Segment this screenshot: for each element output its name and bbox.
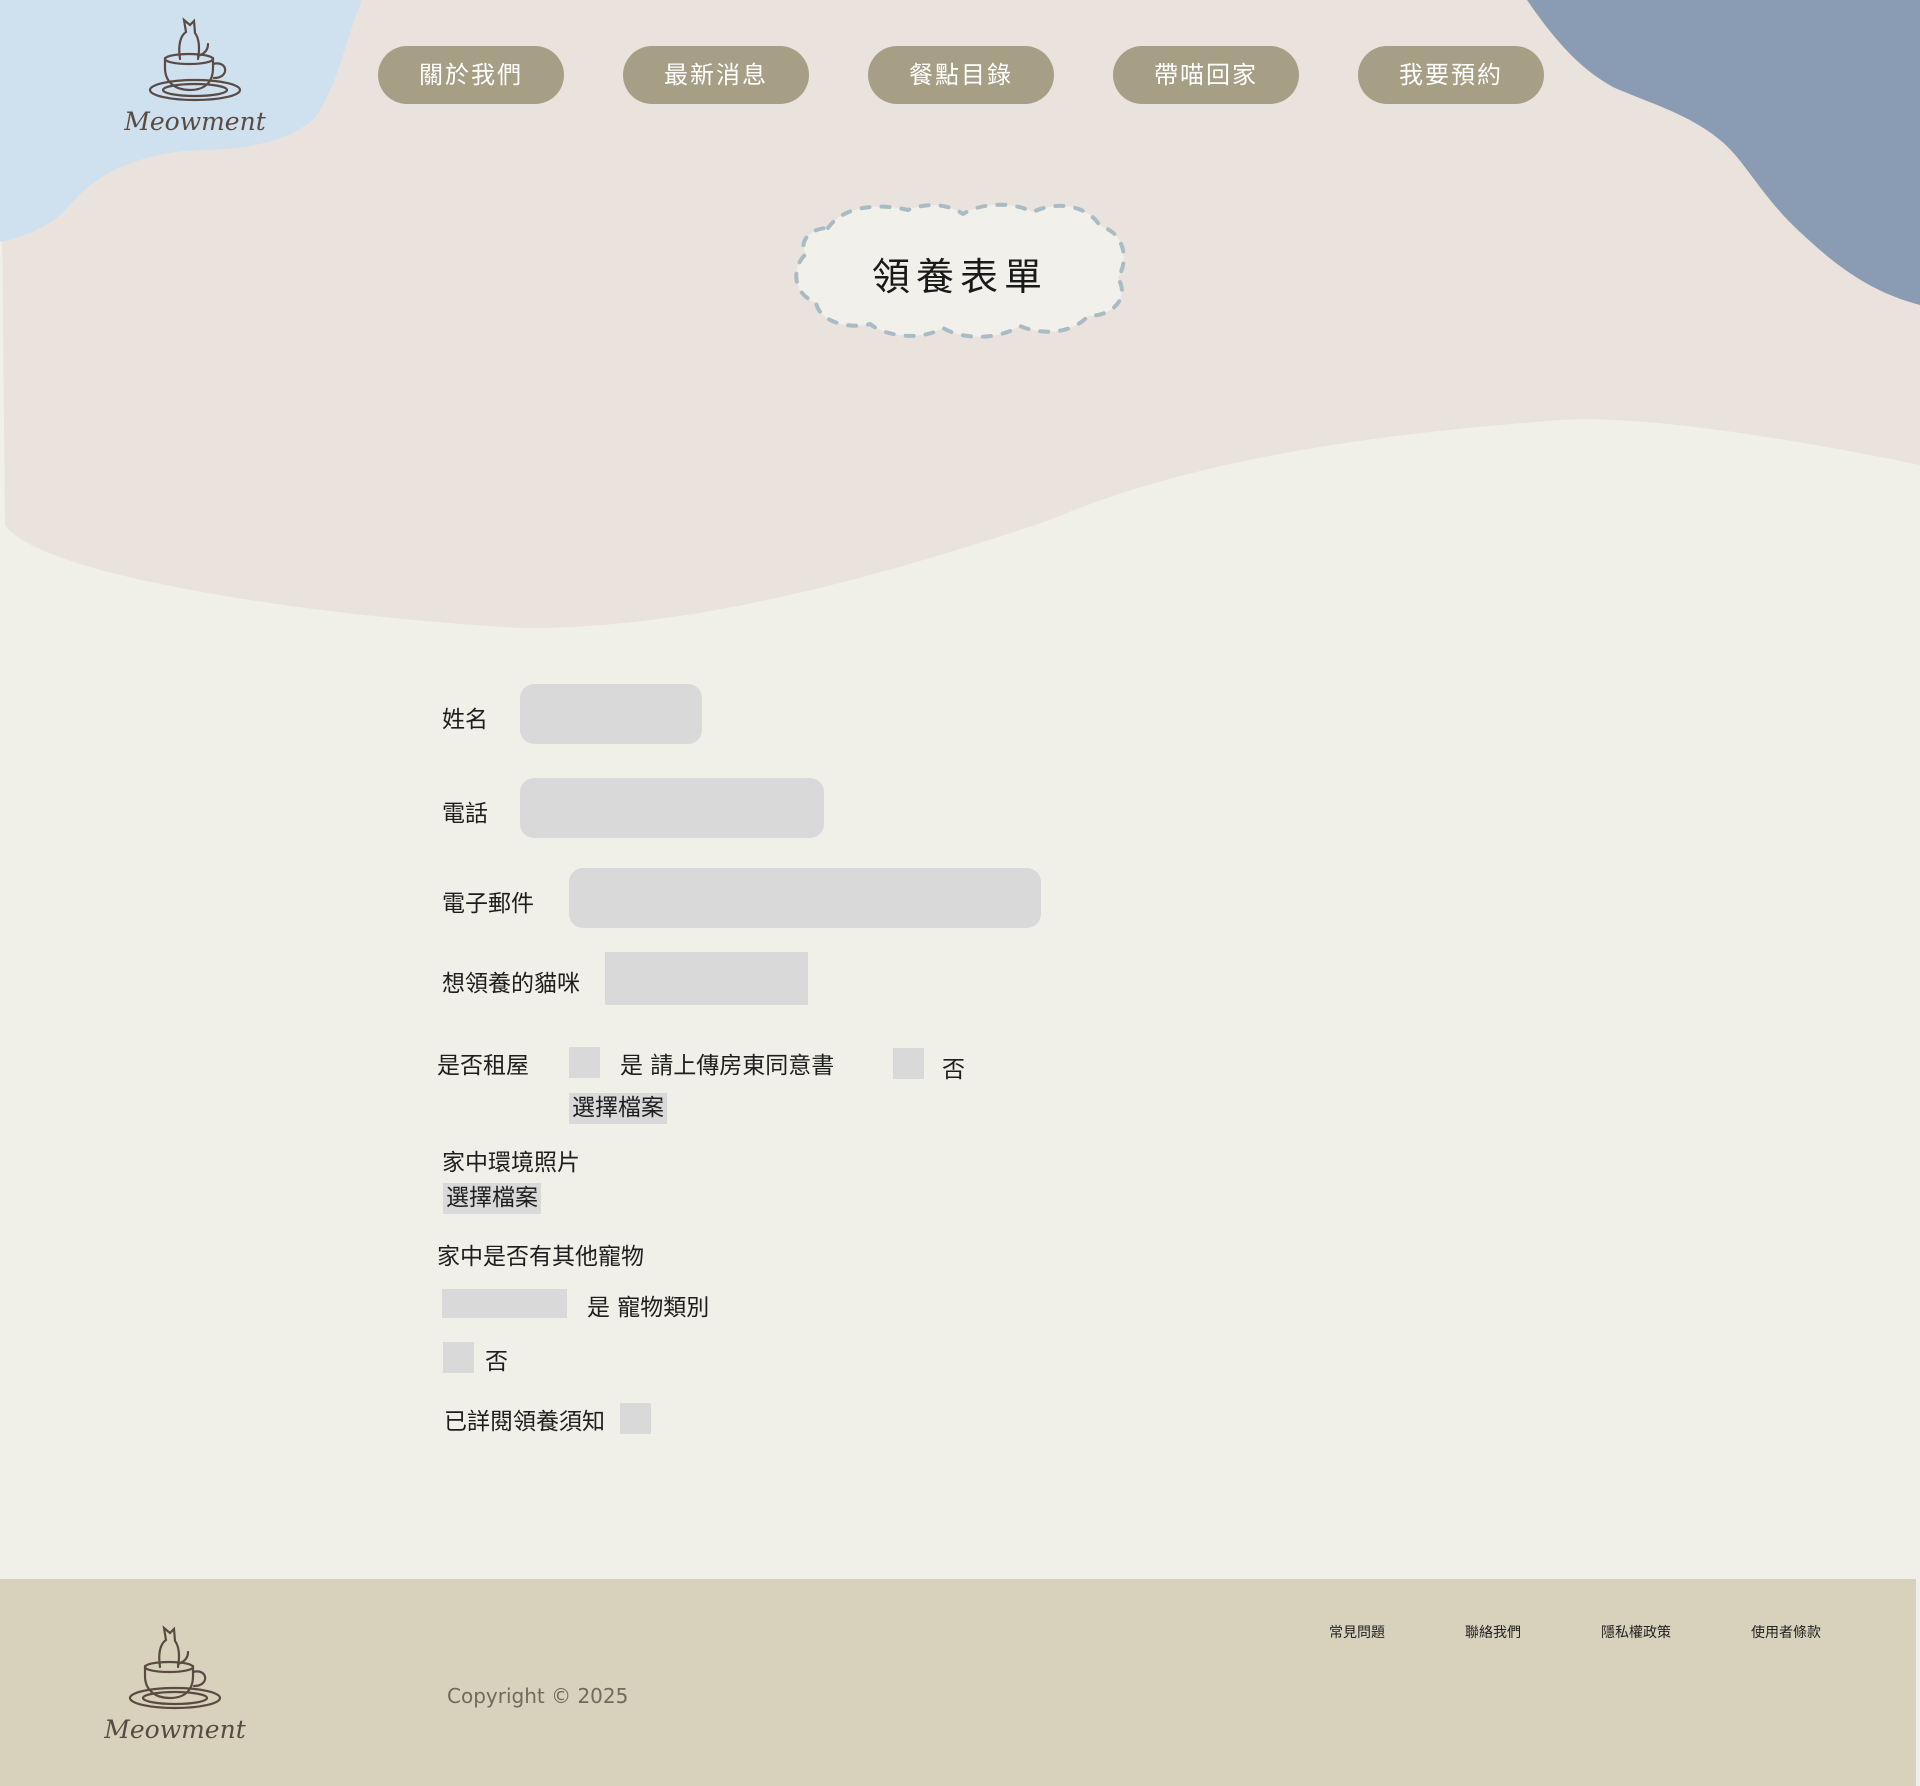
nav-adopt-cat[interactable]: 帶喵回家 xyxy=(1113,46,1299,104)
cat-label: 想領養的貓咪 xyxy=(442,971,580,997)
email-label: 電子郵件 xyxy=(442,891,534,917)
landlord-consent-file-button[interactable]: 選擇檔案 xyxy=(569,1093,667,1124)
rent-yes-label: 是 請上傳房東同意書 xyxy=(620,1053,835,1079)
env-photo-file-button[interactable]: 選擇檔案 xyxy=(443,1183,541,1214)
nav-about-us[interactable]: 關於我們 xyxy=(378,46,564,104)
pets-no-label: 否 xyxy=(485,1349,508,1375)
env-photo-label: 家中環境照片 xyxy=(442,1150,580,1176)
footer-link-terms[interactable]: 使用者條款 xyxy=(1751,1622,1821,1642)
phone-label: 電話 xyxy=(442,801,488,827)
footer-logo-wordmark: Meowment xyxy=(103,1715,246,1744)
footer xyxy=(0,1579,1916,1786)
copyright-text: Copyright © 2025 xyxy=(447,1684,629,1708)
rent-no-label: 否 xyxy=(942,1057,965,1083)
footer-logo-cat-teacup-icon[interactable]: Meowment xyxy=(100,1614,250,1744)
rent-yes-checkbox[interactable] xyxy=(569,1047,600,1078)
cat-select[interactable] xyxy=(605,952,808,1005)
logo-wordmark: Meowment xyxy=(123,107,266,136)
rent-no-checkbox[interactable] xyxy=(893,1048,924,1079)
pets-yes-label: 是 寵物類別 xyxy=(587,1295,710,1321)
footer-link-privacy[interactable]: 隱私權政策 xyxy=(1601,1622,1671,1642)
name-input[interactable] xyxy=(520,684,702,744)
phone-input[interactable] xyxy=(520,778,824,838)
nav-latest-news[interactable]: 最新消息 xyxy=(623,46,809,104)
page-title: 領養表單 xyxy=(871,255,1048,299)
name-label: 姓名 xyxy=(442,707,488,733)
nav-menu[interactable]: 餐點目錄 xyxy=(868,46,1054,104)
nav-reservation[interactable]: 我要預約 xyxy=(1358,46,1544,104)
email-input[interactable] xyxy=(569,868,1041,928)
footer-link-contact[interactable]: 聯絡我們 xyxy=(1465,1622,1521,1642)
logo-cat-teacup-icon[interactable]: Meowment xyxy=(120,6,270,136)
read-notice-checkbox[interactable] xyxy=(620,1403,651,1434)
other-pets-label: 家中是否有其他寵物 xyxy=(437,1244,644,1270)
rent-label: 是否租屋 xyxy=(437,1053,529,1079)
pets-no-checkbox[interactable] xyxy=(443,1342,474,1373)
read-notice-label: 已詳閱領養須知 xyxy=(444,1409,605,1435)
footer-link-faq[interactable]: 常見問題 xyxy=(1329,1622,1385,1642)
pet-type-input[interactable] xyxy=(442,1289,567,1318)
